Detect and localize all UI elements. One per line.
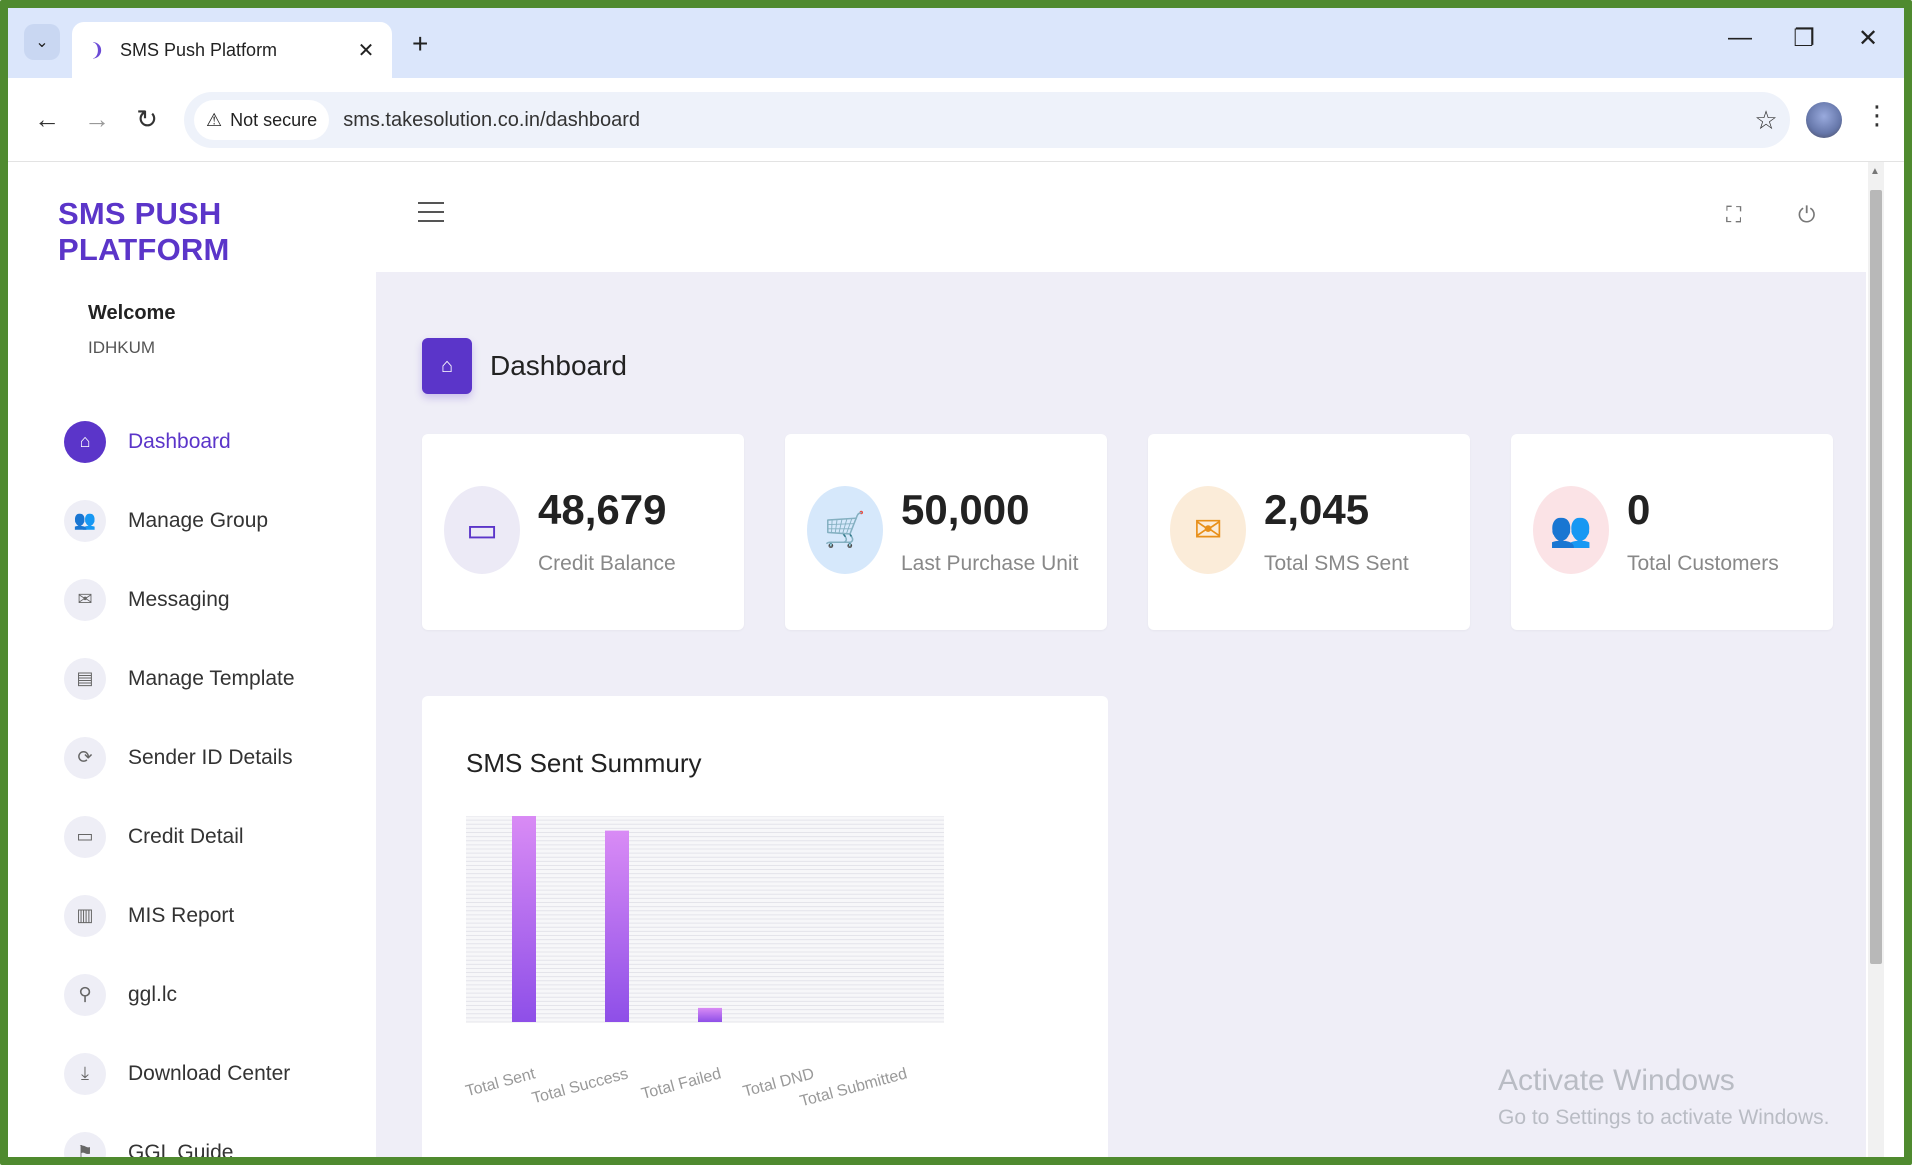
page-header: ⌂ Dashboard [422, 338, 627, 394]
sidebar-item-credit-detail[interactable]: ▭ Credit Detail [64, 797, 364, 876]
stat-label: Total SMS Sent [1264, 552, 1409, 575]
guide-icon: ⚑ [64, 1131, 106, 1157]
sidebar-item-label: Manage Group [128, 508, 269, 532]
stat-value: 0 [1627, 486, 1651, 533]
main-content: ⌂ Dashboard ▭ 48,679 Credit Balance 🛒 50… [376, 272, 1866, 1157]
sidebar-item-label: Messaging [128, 587, 230, 611]
envelope-icon: ✉ [64, 578, 106, 621]
credit-card-icon: ▭ [444, 486, 520, 574]
minimize-button[interactable]: — [1720, 24, 1760, 52]
sidebar-item-manage-template[interactable]: ▤ Manage Template [64, 639, 364, 718]
restore-button[interactable]: ❐ [1784, 24, 1824, 53]
bar-total-failed[interactable] [698, 1007, 722, 1022]
sidebar-item-label: Sender ID Details [128, 745, 293, 769]
cart-icon: 🛒 [807, 486, 883, 574]
tab-bar: ⌄ ❩ SMS Push Platform ✕ + — ❐ ✕ [8, 8, 1904, 78]
stat-label: Last Purchase Unit [901, 552, 1079, 575]
tab-title: SMS Push Platform [120, 39, 278, 60]
bar-total-success[interactable] [605, 830, 629, 1022]
tab-close-icon[interactable]: ✕ [354, 38, 378, 63]
sidebar-item-label: MIS Report [128, 903, 235, 927]
brand-title[interactable]: SMS PUSH PLATFORM [58, 196, 376, 268]
address-toolbar: ← → ↻ ⚠ Not secure sms.takesolution.co.i… [8, 78, 1904, 162]
favicon-signal-icon: ❩ [89, 40, 105, 60]
x-tick-label: Total Failed [640, 1065, 723, 1103]
stat-label: Credit Balance [538, 552, 676, 575]
sidebar-item-ggl-lc[interactable]: ⚲ ggl.lc [64, 955, 364, 1034]
home-icon: ⌂ [422, 338, 472, 394]
bar-total-sent[interactable] [512, 816, 536, 1022]
back-arrow-icon[interactable]: ← [30, 104, 64, 134]
activate-windows-title: Activate Windows [1498, 1064, 1735, 1097]
sms-summary-chart: Total SentTotal Success Total Failed Total… [464, 816, 944, 1110]
sidebar-item-dashboard[interactable]: ⌂ Dashboard [64, 402, 364, 481]
group-icon: 👥 [64, 499, 106, 542]
username-label: IDHKUM [88, 338, 156, 357]
new-tab-button[interactable]: + [412, 30, 428, 58]
scroll-up-arrow-icon[interactable]: ▲ [1870, 166, 1880, 177]
sidebar-menu: ⌂ Dashboard 👥 Manage Group ✉ Messaging ▤… [64, 402, 364, 1164]
warning-triangle-icon: ⚠ [206, 109, 223, 130]
page-scrollbar[interactable]: ▲ [1868, 162, 1884, 1157]
scroll-thumb[interactable] [1870, 190, 1882, 964]
tab-search-button[interactable]: ⌄ [24, 24, 60, 60]
page-title: Dashboard [490, 350, 627, 381]
browser-menu-icon[interactable]: ⋮ [1864, 100, 1890, 131]
stat-card-last-purchase-unit: 🛒 50,000 Last Purchase Unit [785, 434, 1107, 630]
sidebar-item-ggl-guide[interactable]: ⚑ GGL Guide [64, 1113, 364, 1164]
x-tick-label: Total Sent [464, 1065, 538, 1100]
window-close-button[interactable]: ✕ [1848, 24, 1888, 53]
credit-card-icon: ▭ [64, 815, 106, 858]
sidebar-item-label: Manage Template [128, 666, 295, 690]
stats-cards: ▭ 48,679 Credit Balance 🛒 50,000 Last Pu… [422, 434, 1833, 630]
hamburger-menu-icon[interactable] [418, 202, 444, 222]
sidebar-item-label: Credit Detail [128, 824, 244, 848]
sender-id-icon: ⟳ [64, 736, 106, 779]
profile-avatar[interactable] [1806, 102, 1842, 138]
sidebar: SMS PUSH PLATFORM Welcome IDHKUM ⌂ Dashb… [8, 162, 376, 1164]
sidebar-item-mis-report[interactable]: ▥ MIS Report [64, 876, 364, 955]
sms-summary-card: SMS Sent Summury Total Sent Total Success… [422, 696, 1108, 1157]
chevron-down-icon: ⌄ [35, 34, 49, 51]
reload-icon[interactable]: ↻ [130, 104, 164, 134]
stat-card-total-customers: 👥 0 Total Customers [1511, 434, 1833, 630]
sidebar-item-messaging[interactable]: ✉ Messaging [64, 560, 364, 639]
stat-card-credit-balance: ▭ 48,679 Credit Balance [422, 434, 744, 630]
browser-window: ⌄ ❩ SMS Push Platform ✕ + — ❐ ✕ ← → ↻ ⚠ … [0, 0, 1912, 1165]
stat-label: Total Customers [1627, 552, 1779, 575]
fullscreen-icon[interactable]: ⛶ [1726, 202, 1741, 228]
sidebar-item-label: ggl.lc [128, 982, 178, 1006]
omnibox[interactable]: ⚠ Not secure sms.takesolution.co.in/dash… [184, 92, 1790, 148]
home-icon: ⌂ [64, 420, 106, 463]
power-icon[interactable]: ⏻ [1798, 202, 1815, 228]
app-root: SMS PUSH PLATFORM Welcome IDHKUM ⌂ Dashb… [8, 162, 1884, 1164]
bar-chart-icon: ▥ [64, 894, 106, 937]
sidebar-item-label: Dashboard [128, 429, 231, 453]
customers-icon: 👥 [1533, 486, 1609, 574]
x-tick-label: Total Submitted [798, 1065, 909, 1110]
sidebar-item-sender-id-details[interactable]: ⟳ Sender ID Details [64, 718, 364, 797]
browser-tab[interactable]: ❩ SMS Push Platform ✕ [72, 22, 392, 78]
download-icon: ⤓ [64, 1052, 106, 1095]
template-icon: ▤ [64, 657, 106, 700]
security-chip[interactable]: ⚠ Not secure [194, 100, 330, 140]
sidebar-item-label: Download Center [128, 1061, 291, 1085]
security-label: Not secure [230, 109, 318, 130]
activate-windows-subtitle: Go to Settings to activate Windows. [1498, 1106, 1830, 1129]
open-envelope-icon: ✉ [1170, 486, 1246, 574]
pin-icon: ⚲ [64, 973, 106, 1016]
x-tick-label: Total Success [530, 1065, 630, 1107]
sidebar-item-label: GGL Guide [128, 1140, 234, 1164]
stat-value: 50,000 [901, 486, 1030, 533]
chart-title: SMS Sent Summury [466, 748, 702, 778]
sidebar-item-manage-group[interactable]: 👥 Manage Group [64, 481, 364, 560]
sidebar-item-download-center[interactable]: ⤓ Download Center [64, 1034, 364, 1113]
stat-value: 48,679 [538, 486, 667, 533]
welcome-label: Welcome [88, 302, 176, 324]
url-text[interactable]: sms.takesolution.co.in/dashboard [343, 109, 1742, 132]
bookmark-star-icon[interactable]: ☆ [1742, 105, 1790, 136]
forward-arrow-icon[interactable]: → [80, 104, 114, 134]
stat-value: 2,045 [1264, 486, 1370, 533]
stat-card-total-sms-sent: ✉ 2,045 Total SMS Sent [1148, 434, 1470, 630]
